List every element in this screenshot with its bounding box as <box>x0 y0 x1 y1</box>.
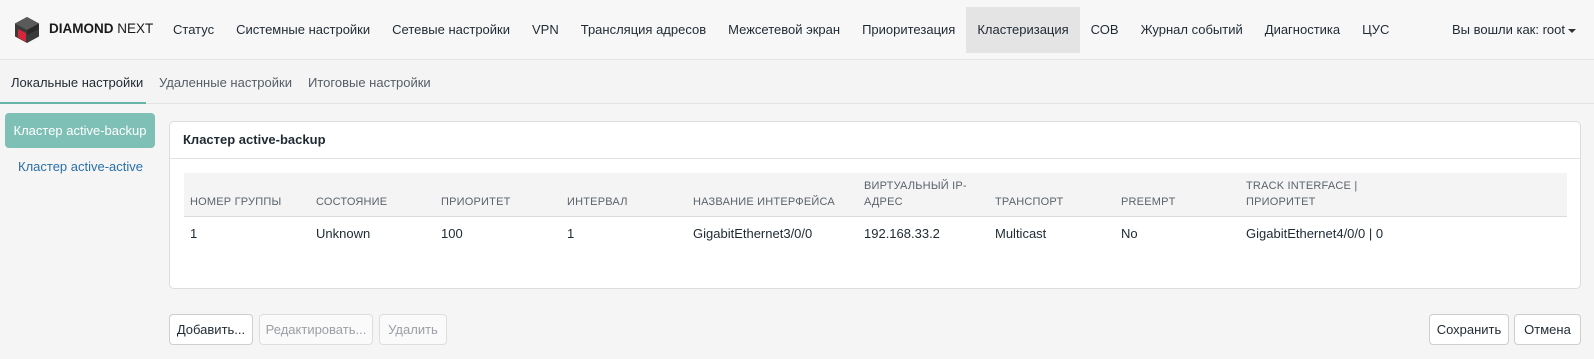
cell-transport: Multicast <box>995 226 1047 241</box>
top-navbar: DIAMOND NEXT Статус Системные настройки … <box>0 0 1594 60</box>
user-label: Вы вошли как: root <box>1451 22 1565 37</box>
cell-state: Unknown <box>316 226 371 241</box>
nav-item-nat[interactable]: Трансляция адресов <box>570 7 717 53</box>
column-header-transport[interactable]: Транспорт <box>995 194 1063 210</box>
caret-down-icon <box>1568 28 1576 33</box>
column-header-priority[interactable]: Приоритет <box>441 194 511 210</box>
cell-group-number: 1 <box>190 226 198 241</box>
delete-button[interactable]: Удалить <box>379 314 447 345</box>
cell-track-interface: GigabitEthernet4/0/0 | 0 <box>1246 226 1384 241</box>
add-button[interactable]: Добавить... <box>169 314 253 345</box>
edit-button[interactable]: Редактировать... <box>259 314 373 345</box>
sub-tabs: Локальные настройки Удаленные настройки … <box>0 61 1594 104</box>
cell-interval: 1 <box>567 226 575 241</box>
cell-preempt: No <box>1121 226 1138 241</box>
column-header-virtual-ip[interactable]: Виртуальный IP-адрес <box>864 178 984 210</box>
panel-divider <box>170 158 1580 159</box>
column-header-preempt[interactable]: Preempt <box>1121 194 1176 210</box>
cell-interface-name: GigabitEthernet3/0/0 <box>693 226 813 241</box>
tab-local-settings[interactable]: Локальные настройки <box>11 61 143 104</box>
table-header: Номер группы Состояние Приоритет Интерва… <box>184 173 1567 217</box>
nav-item-system-settings[interactable]: Системные настройки <box>225 7 381 53</box>
nav-item-network-settings[interactable]: Сетевые настройки <box>381 7 521 53</box>
column-header-group-number[interactable]: Номер группы <box>190 194 281 210</box>
column-header-interval[interactable]: Интервал <box>567 194 628 210</box>
cell-priority: 100 <box>441 226 463 241</box>
nav-item-event-log[interactable]: Журнал событий <box>1130 7 1254 53</box>
save-button[interactable]: Сохранить <box>1429 314 1509 345</box>
user-menu[interactable]: Вы вошли как: root <box>1452 22 1576 37</box>
main-nav: Статус Системные настройки Сетевые настр… <box>162 7 1400 53</box>
brand-name: DIAMOND NEXT <box>49 21 154 36</box>
cancel-button[interactable]: Отмена <box>1514 314 1581 345</box>
column-header-state[interactable]: Состояние <box>316 194 387 210</box>
nav-item-firewall[interactable]: Межсетевой экран <box>717 7 851 53</box>
nav-item-qos[interactable]: Приоритезация <box>851 7 966 53</box>
nav-item-diagnostics[interactable]: Диагностика <box>1254 7 1351 53</box>
panel-title: Кластер active-backup <box>183 132 326 147</box>
nav-item-ids[interactable]: СОВ <box>1080 7 1130 53</box>
sidebar-item-active-backup[interactable]: Кластер active-backup <box>5 113 155 148</box>
nav-item-status[interactable]: Статус <box>162 7 225 53</box>
tab-remote-settings[interactable]: Удаленные настройки <box>159 61 292 104</box>
sidebar-item-active-active[interactable]: Кластер active-active <box>18 159 143 174</box>
column-header-track-interface[interactable]: Track interface | приоритет <box>1246 178 1386 210</box>
nav-item-cus[interactable]: ЦУС <box>1351 7 1400 53</box>
diamond-logo-icon[interactable] <box>14 16 40 44</box>
tab-summary-settings[interactable]: Итоговые настройки <box>308 61 431 104</box>
nav-item-clustering[interactable]: Кластеризация <box>966 7 1080 53</box>
active-tab-indicator <box>0 102 146 104</box>
cluster-panel: Кластер active-backup Номер группы Состо… <box>169 121 1581 289</box>
column-header-interface-name[interactable]: Название интерфейса <box>693 194 835 210</box>
cell-virtual-ip: 192.168.33.2 <box>864 226 940 241</box>
nav-item-vpn[interactable]: VPN <box>521 7 570 53</box>
